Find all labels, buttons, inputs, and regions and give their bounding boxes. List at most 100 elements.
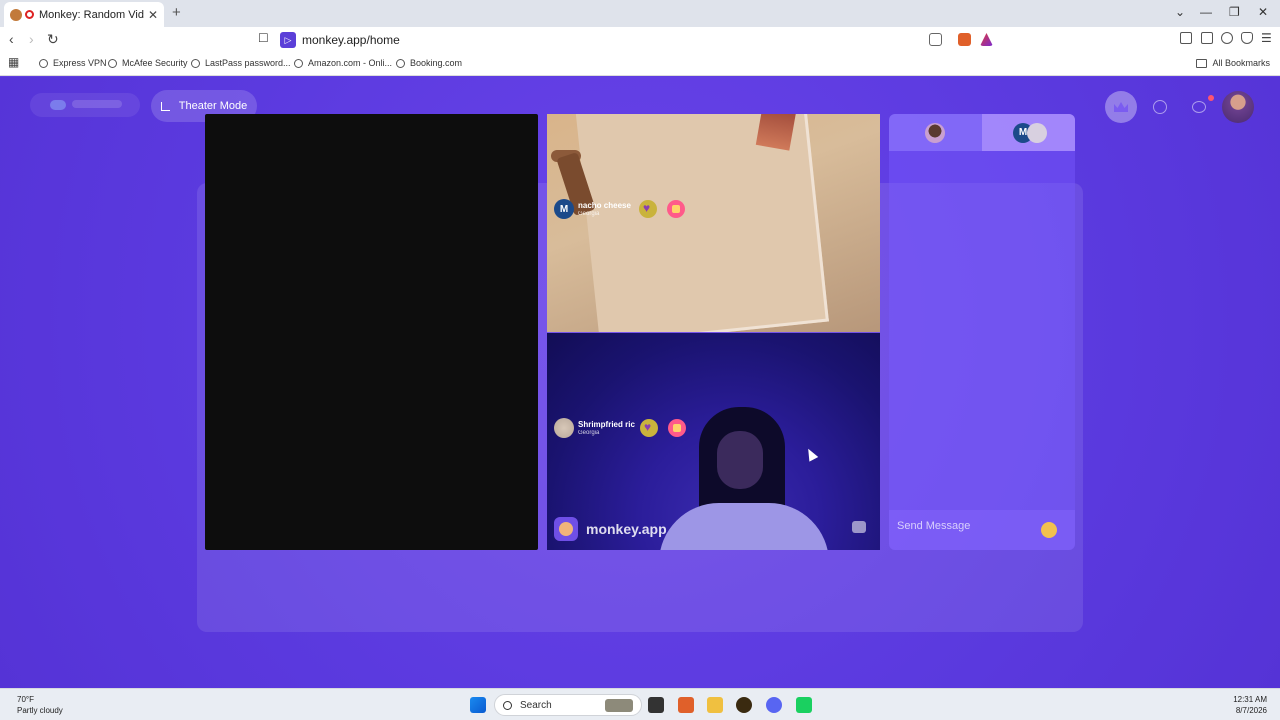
- bookmark-express-vpn[interactable]: Express VPN: [39, 58, 107, 68]
- messages-button[interactable]: [1183, 91, 1215, 123]
- history-button[interactable]: [1144, 91, 1176, 123]
- globe-icon: [294, 58, 303, 68]
- all-bookmarks-label: All Bookmarks: [1212, 58, 1270, 68]
- url-text: monkey.app/home: [302, 32, 400, 47]
- globe-icon: [396, 58, 405, 68]
- site-icon: ▷: [280, 31, 296, 48]
- brave-browser-icon[interactable]: [678, 697, 694, 713]
- chat-panel: M Send Message: [889, 114, 1075, 550]
- emoji-icon[interactable]: [1041, 522, 1057, 538]
- theater-mode-label: Theater Mode: [178, 100, 248, 112]
- search-icon: [503, 700, 512, 710]
- gift-icon[interactable]: [667, 200, 685, 218]
- leo-ai-icon[interactable]: [1221, 32, 1233, 44]
- avatar: M: [554, 199, 574, 219]
- clock-icon: [1153, 100, 1167, 114]
- bookmark-mcafee[interactable]: McAfee Security: [108, 58, 188, 68]
- app-icon[interactable]: [796, 697, 812, 713]
- back-icon[interactable]: ‹: [9, 31, 14, 47]
- tab-title: Monkey: Random Video Chat: [39, 8, 144, 21]
- chat-tab-avatar[interactable]: [1027, 123, 1047, 143]
- bookmark-amazon[interactable]: Amazon.com - Onli...: [294, 58, 392, 68]
- logo-mark: [50, 100, 66, 110]
- monkey-face-icon: [554, 517, 578, 541]
- discord-icon[interactable]: [766, 697, 782, 713]
- all-bookmarks-button[interactable]: All Bookmarks: [1196, 58, 1270, 68]
- like-heart-icon[interactable]: [639, 200, 657, 218]
- taskbar-search[interactable]: Search: [494, 694, 642, 716]
- user-location: Georgia: [578, 429, 600, 436]
- search-label: Search: [520, 699, 552, 711]
- bookmark-booking[interactable]: Booking.com: [396, 58, 462, 68]
- new-tab-button[interactable]: +: [172, 4, 181, 21]
- chat-tab-avatar[interactable]: [925, 123, 945, 143]
- bookmarks-bar: ▦ Express VPN McAfee Security LastPass p…: [0, 52, 1280, 76]
- app-icon[interactable]: [736, 697, 752, 713]
- video-scene: [755, 114, 797, 151]
- monkey-logo[interactable]: [30, 93, 140, 117]
- profile-avatar[interactable]: [1222, 91, 1254, 123]
- browser-tab[interactable]: Monkey: Random Video Chat ✕: [4, 2, 164, 27]
- skip-icon[interactable]: [852, 521, 866, 533]
- own-camera-video: [205, 114, 538, 550]
- user-badge-top[interactable]: M nacho cheese Georgia: [554, 199, 631, 219]
- file-explorer-icon[interactable]: [707, 697, 723, 713]
- system-clock[interactable]: 12:31 AM 8/7/2026: [1233, 694, 1267, 716]
- temperature: 70°F: [17, 695, 34, 704]
- partner-video-bottom: monkey.app: [547, 333, 880, 550]
- reload-icon[interactable]: ↻: [47, 31, 59, 48]
- video-scene: [575, 114, 829, 332]
- restore-button[interactable]: ❐: [1229, 5, 1240, 19]
- browser-tab-bar: Monkey: Random Video Chat ✕ + ⌄ — ❐ ✕: [0, 0, 1280, 27]
- user-location: Georgia: [578, 210, 600, 217]
- sidebar-icon[interactable]: [1180, 32, 1192, 44]
- bookmark-label: Booking.com: [410, 58, 463, 68]
- username: nacho cheese: [578, 200, 631, 210]
- close-window-button[interactable]: ✕: [1258, 5, 1268, 19]
- globe-icon: [191, 58, 200, 68]
- send-message-input[interactable]: Send Message: [889, 510, 1075, 550]
- address-bar[interactable]: ▷ monkey.app/home: [280, 29, 1000, 50]
- video-scene: [717, 431, 763, 489]
- vpn-icon[interactable]: [1241, 32, 1253, 44]
- gift-icon[interactable]: [668, 419, 686, 437]
- bookmark-icon[interactable]: ☐: [258, 31, 269, 45]
- monkey-favicon-icon: [10, 8, 22, 21]
- bookmark-label: LastPass password...: [205, 58, 291, 68]
- video-scene: [659, 503, 829, 550]
- recording-icon: [25, 10, 34, 19]
- bookmark-lastpass[interactable]: LastPass password...: [191, 58, 291, 68]
- task-view-icon[interactable]: [648, 697, 664, 713]
- user-badge-bottom[interactable]: Shrimpfried ric Georgia: [554, 418, 635, 438]
- send-message-placeholder: Send Message: [897, 520, 971, 532]
- folder-icon: [1196, 58, 1208, 68]
- logo-wordmark: [72, 100, 122, 108]
- windows-start-icon[interactable]: [470, 697, 486, 713]
- time: 12:31 AM: [1233, 695, 1267, 704]
- weather-widget[interactable]: 70°F Partly cloudy: [17, 694, 63, 716]
- username: Shrimpfried ric: [578, 419, 635, 429]
- apps-grid-icon[interactable]: ▦: [8, 55, 19, 69]
- tab-search-icon[interactable]: ⌄: [1175, 5, 1185, 19]
- chat-bubble-icon: [1192, 101, 1206, 113]
- browser-toolbar: ‹ › ↻ ☐ ▷ monkey.app/home ☰: [0, 27, 1280, 52]
- globe-icon: [108, 58, 117, 68]
- globe-icon: [39, 58, 48, 68]
- notification-dot: [1208, 95, 1214, 101]
- wallet-icon[interactable]: [1201, 32, 1213, 44]
- brave-shields-icon[interactable]: [958, 33, 971, 46]
- date: 8/7/2026: [1235, 706, 1267, 715]
- search-highlight-image: [605, 699, 633, 712]
- menu-icon[interactable]: ☰: [1261, 31, 1272, 45]
- expand-icon: [160, 101, 170, 111]
- bookmark-label: McAfee Security: [122, 58, 188, 68]
- minimize-button[interactable]: —: [1200, 5, 1212, 19]
- watermark-text: monkey.app: [586, 521, 667, 537]
- tab-close-icon[interactable]: ✕: [148, 8, 158, 22]
- like-heart-icon[interactable]: [640, 419, 658, 437]
- premium-button[interactable]: [1105, 91, 1137, 123]
- forward-icon[interactable]: ›: [29, 31, 34, 47]
- monkey-watermark: monkey.app: [554, 517, 667, 541]
- cast-icon[interactable]: [929, 33, 942, 46]
- avatar: [554, 418, 574, 438]
